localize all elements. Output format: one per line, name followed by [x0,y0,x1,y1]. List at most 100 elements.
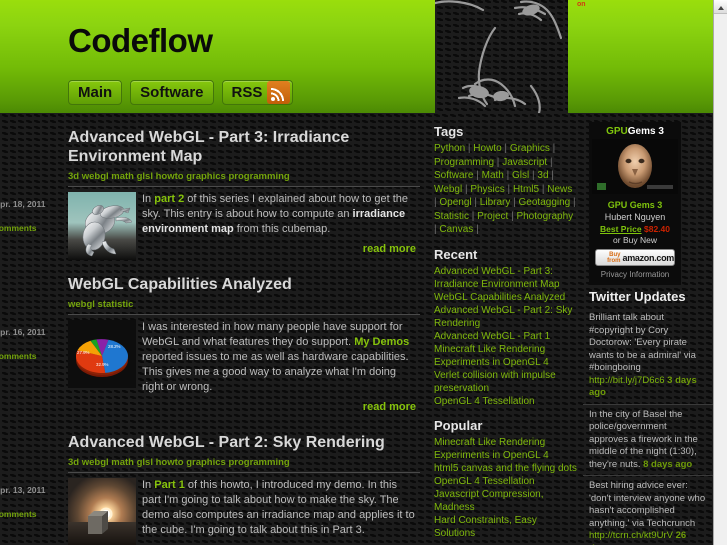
tag-link[interactable]: Canvas [439,224,473,235]
post-date: Apr. 13, 2011 [0,485,46,495]
tag-separator: | [471,197,480,208]
ad-title-gpu: GPU [606,126,628,137]
twitter-item: In the city of Basel the police/governme… [583,403,713,476]
post-thumbnail-sunset-cube[interactable] [68,478,136,545]
read-more-link[interactable]: read more [0,538,420,545]
post-excerpt: In Part 1 of this howto, I introduced my… [142,478,416,538]
pie-label-0: 28.2% [108,344,121,349]
read-more-link[interactable]: read more [0,237,420,265]
ad-price-value: $82.40 [643,224,670,234]
twitter-item: Brilliant talk about #copyright by Cory … [583,308,713,404]
recent-post-link[interactable]: Minecraft Like Rendering Experiments in … [434,343,577,369]
tag-link[interactable]: Geotagging [519,197,571,208]
post-title[interactable]: Advanced WebGL - Part 3: Irradiance Envi… [0,118,420,166]
popular-post-link[interactable]: html5 canvas and the flying dots [434,462,577,475]
post-body: Apr. 16, 2011 comments [0,315,420,423]
tag-link[interactable]: Webgl [434,184,462,195]
post-title[interactable]: Advanced WebGL - Part 2: Sky Rendering [0,423,420,452]
site-header: on Codeflow Main Software RSS [0,0,713,118]
tag-link[interactable]: Python [434,143,465,154]
popular-post-link[interactable]: Javascript Compression, Madness [434,488,577,514]
tag-separator: | [549,143,556,154]
tag-link[interactable]: Project [477,211,508,222]
ad-book-cover-image [592,139,678,194]
popular-post-link[interactable]: Hard Constraints, Easy Solutions [434,514,577,540]
tag-link[interactable]: Javascript [502,157,547,168]
ad-product-name: GPU Gems 3 [607,200,663,210]
nav-label-software: Software [140,84,204,101]
amazon-buy-from-label: Buy from [607,251,621,264]
tag-link[interactable]: Programming [434,157,494,168]
popular-post-link[interactable]: OpenGL 4 Tessellation [434,475,577,488]
twitter-heading: Twitter Updates [589,289,686,304]
recent-post-link[interactable]: WebGL Capabilities Analyzed [434,291,577,304]
tag-separator: | [469,210,478,222]
twitter-item-text: Brilliant talk about #copyright by Cory … [589,312,696,373]
post-tags[interactable]: 3d webgl math glsl howto graphics progra… [0,452,420,472]
tag-cloud: Python | Howto | Graphics | Programming … [428,142,583,241]
recent-post-link[interactable]: Advanced WebGL - Part 2: Sky Rendering [434,304,577,330]
tag-link[interactable]: Software [434,170,473,181]
recent-posts-list: Advanced WebGL - Part 3: Irradiance Envi… [428,265,583,412]
tag-link[interactable]: Graphics [510,143,550,154]
tag-link[interactable]: Glsl [512,170,529,181]
sidebar-column: Tags Python | Howto | Graphics | Program… [428,118,583,545]
tag-separator: | [503,170,513,181]
post-body: Apr. 18, 2011 comments [0,187,420,265]
post-title[interactable]: WebGL Capabilities Analyzed [0,265,420,294]
tag-link[interactable]: News [547,184,572,195]
post-comments-link[interactable]: comments [0,344,56,368]
tag-link[interactable]: Html5 [513,184,539,195]
scrollbar-thumb[interactable] [714,15,727,355]
tag-separator: | [547,156,553,168]
nav-item-main[interactable]: Main [68,80,123,105]
scroll-up-arrow-icon[interactable] [714,0,727,14]
twitter-item-link[interactable]: http://bit.ly/j7D6c6 [589,375,667,386]
tag-link[interactable]: Math [482,170,504,181]
recent-post-link[interactable]: Advanced WebGL - Part 1 [434,330,577,343]
post-inline-link[interactable]: part 2 [154,193,184,205]
tag-link[interactable]: 3d [537,170,548,181]
post-tags[interactable]: webgl statistic [0,294,420,314]
tag-link[interactable]: Opengl [439,197,471,208]
amazon-buy-button[interactable]: Buy from amazon.com [595,249,675,266]
pie-label-1: 32.9% [96,362,109,367]
popular-post-link[interactable]: Minecraft Like Rendering Experiments in … [434,436,577,462]
twitter-item-link[interactable]: http://tcrn.ch/kt9UrV [589,530,676,541]
tag-separator: | [501,143,510,154]
recent-post-link[interactable]: Advanced WebGL - Part 3: Irradiance Envi… [434,265,577,291]
ad-price-row: Best Price $82.40 [592,222,678,234]
ad-privacy-link[interactable]: Privacy Information [592,266,678,281]
post-excerpt: I was interested in how many people have… [142,320,416,395]
post-thumbnail-pie-chart[interactable]: 28.2% 32.9% 27.9% [68,320,136,388]
post-body: Apr. 13, 2011 comments [0,473,420,545]
tag-link[interactable]: Library [480,197,511,208]
ad-buy-new-text[interactable]: or Buy New [592,234,678,245]
amazon-brand-label: amazon.com [622,252,674,263]
nav-item-rss[interactable]: RSS [221,80,294,105]
amazon-ad[interactable]: GPUGems 3 GPU Gems 3 Hubert Nguyen Best … [589,122,681,285]
tag-separator: | [548,170,554,181]
tag-link[interactable]: Howto [473,143,501,154]
nav-item-software[interactable]: Software [130,80,214,105]
post-inline-link[interactable]: Part 1 [154,479,185,491]
post-comments-link[interactable]: comments [0,502,56,526]
tag-link[interactable]: Statistic [434,211,469,222]
ad-product-author: Hubert Nguyen [604,212,666,222]
post-inline-link[interactable]: My Demos [354,336,409,348]
recent-post-link[interactable]: OpenGL 4 Tessellation [434,395,577,408]
page-scrollbar[interactable] [713,0,727,545]
ad-title-gems: Gems 3 [627,126,664,137]
recent-post-link[interactable]: Verlet collision with impulse preservati… [434,369,577,395]
post-tags[interactable]: 3d webgl math glsl howto graphics progra… [0,166,420,186]
post-thumbnail-chrome-creature[interactable] [68,192,136,260]
nav-label-main: Main [78,84,113,101]
nav-label-rss: RSS [231,84,263,101]
post-item: Advanced WebGL - Part 2: Sky Rendering 3… [0,423,428,545]
post-comments-link[interactable]: comments [0,216,56,240]
rss-icon [267,81,291,104]
tag-link[interactable]: Physics [470,184,504,195]
read-more-link[interactable]: read more [0,395,420,423]
post-meta: Apr. 18, 2011 comments [0,192,56,240]
tag-link[interactable]: Photography [516,211,573,222]
